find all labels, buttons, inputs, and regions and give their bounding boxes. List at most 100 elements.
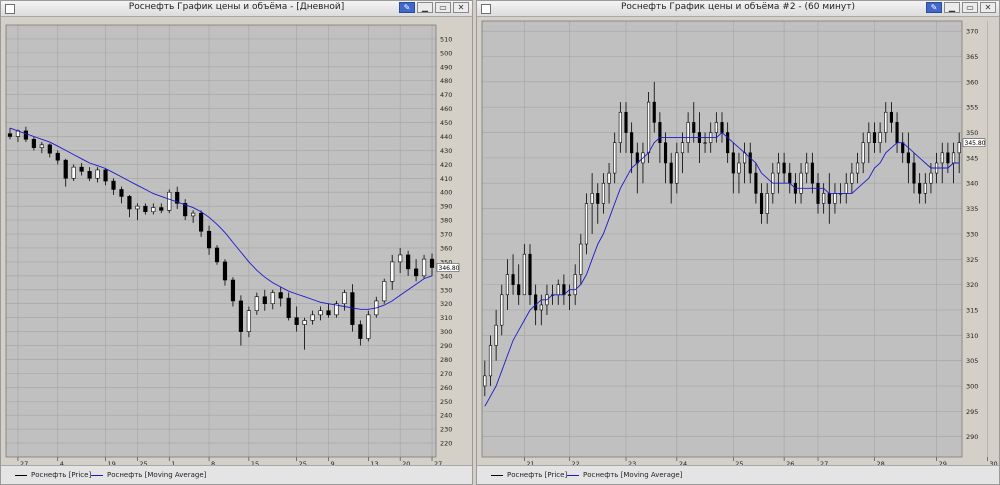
y-tick-label: 220 [440,440,452,448]
candle-body [214,247,220,263]
candle-body [720,122,724,133]
candle-body [71,166,76,179]
candle-body [294,317,299,325]
chart-window-daily[interactable]: Роснефть График цены и объёма - [Дневной… [0,0,473,485]
candle-body [872,132,877,143]
candle-body [318,310,323,316]
candle-body [951,152,956,164]
minimize-button[interactable]: ▁ [417,2,433,13]
close-button[interactable]: ✕ [980,2,996,13]
y-tick-label: 295 [966,408,978,416]
candle-body [191,212,196,217]
y-tick-label: 310 [966,332,978,340]
candle-body [31,138,36,148]
close-icon: ✕ [984,3,992,12]
price-chart[interactable]: 220 230 240 250 260 270 280 290 300 310 320 330 340 3… [1,17,472,466]
candle-body [906,152,910,164]
y-tick-label: 420 [440,161,452,169]
candle-body [206,230,212,249]
y-tick-label: 370 [440,231,452,239]
pin-icon: ✎ [403,3,411,12]
candle-body [884,111,888,133]
candle-body [584,203,589,245]
y-tick-label: 240 [440,412,452,420]
chart-legend: Роснефть [Price] Роснефть [Moving Averag… [477,465,999,484]
candle-body [861,142,865,164]
candle-body [680,142,685,154]
candle-body [390,261,395,282]
y-tick-label: 330 [966,230,978,238]
candle-body [522,253,526,296]
close-button[interactable]: ✕ [453,2,469,13]
window-titlebar[interactable]: Роснефть График цены и объёма - [Дневной… [1,1,472,17]
candle-body [167,191,172,211]
candle-body [528,253,532,296]
candle-body [127,196,132,210]
candle-body [692,122,696,133]
candle-body [624,111,628,133]
last-price-label: 346.80 [439,265,460,272]
candle-body [601,182,605,204]
candle-body [500,294,504,326]
y-tick-label: 350 [966,129,978,137]
candle-body [429,258,435,268]
y-tick-label: 360 [966,78,978,86]
candle-body [230,279,236,302]
candle-body [534,294,538,311]
candle-body [483,375,487,387]
candle-body [929,172,933,184]
y-tick-label: 300 [440,328,452,336]
minimize-button[interactable]: ▁ [944,2,960,13]
candle-body [686,122,690,143]
legend-swatch-ma [567,474,579,476]
y-tick-label: 470 [440,91,452,99]
minimize-icon: ▁ [948,3,956,12]
legend-item-price: Роснефть [Price] [491,471,567,479]
candle-body [850,172,854,184]
y-tick-label: 500 [440,49,452,57]
candle-body [918,182,922,194]
legend-label-price: Роснефть [Price] [31,471,92,479]
candle-body [957,142,961,154]
candle-body [822,193,826,204]
candle-body [366,314,371,339]
candle-body [652,101,656,123]
maximize-button[interactable]: ▭ [435,2,451,13]
y-tick-label: 480 [440,77,452,85]
candle-body [940,152,944,164]
candle-body [39,144,44,148]
y-tick-label: 290 [440,342,452,350]
pin-button[interactable]: ✎ [926,2,942,13]
candle-body [567,294,572,296]
y-tick-label: 400 [440,189,452,197]
price-chart-svg[interactable]: 2202302402502602702802903003103203303403… [1,17,472,466]
candle-body [310,314,315,321]
candle-body [754,172,758,194]
candle-body [805,162,809,174]
price-chart[interactable]: 290 295 300 305 310 315 320 325 330 335 340 345 350 3… [477,17,999,466]
maximize-button[interactable]: ▭ [962,2,978,13]
last-price-label: 345.80 [965,140,986,147]
y-tick-label: 250 [440,398,452,406]
candle-body [737,162,741,174]
price-chart-svg[interactable]: 290 295 300 305 310 315 320 325 330 335 340 345 350 3… [477,17,999,466]
y-tick-label: 305 [966,357,978,365]
chart-window-60min[interactable]: Роснефть График цены и объёма #2 - (60 м… [476,0,1000,485]
pin-icon: ✎ [930,3,938,12]
y-tick-label: 325 [966,256,978,264]
candle-body [55,152,60,161]
candle-body [79,166,84,172]
candle-body [579,243,583,275]
candle-body [776,162,781,174]
candle-body [748,152,752,174]
plot-area [482,21,962,457]
window-titlebar[interactable]: Роснефть График цены и объёма #2 - (60 м… [477,1,999,17]
candle-body [270,292,275,305]
candle-body [342,292,347,305]
candle-body [844,182,848,194]
pin-button[interactable]: ✎ [399,2,415,13]
candle-body [517,284,521,296]
candle-body [151,207,156,213]
legend-item-price: Роснефть [Price] [15,471,91,479]
candle-body [406,254,411,270]
